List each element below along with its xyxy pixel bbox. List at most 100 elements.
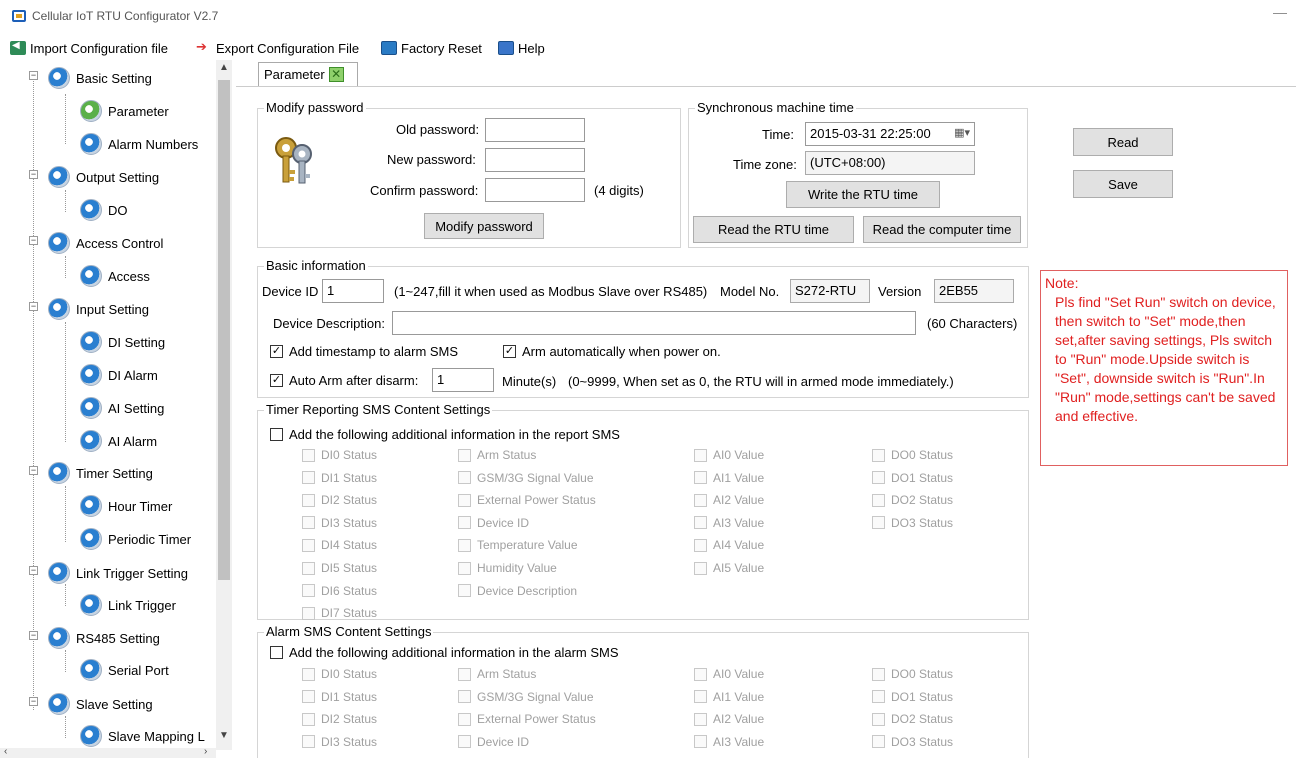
- tree-horizontal-scrollbar[interactable]: [0, 748, 216, 758]
- alarm_sms-option-checkbox[interactable]: Device ID: [458, 735, 529, 749]
- timer_sms-option-checkbox[interactable]: Humidity Value: [458, 561, 557, 575]
- timer_sms-option-checkbox[interactable]: Arm Status: [458, 448, 536, 462]
- alarm_sms-option-checkbox[interactable]: Arm Status: [458, 667, 536, 681]
- alarm_sms-option-checkbox[interactable]: DI2 Status: [302, 712, 377, 726]
- save-button[interactable]: Save: [1073, 170, 1173, 198]
- collapse-basic-icon[interactable]: −: [29, 71, 38, 80]
- tree-item-link-trigger[interactable]: Link Trigger: [80, 591, 176, 619]
- timer_sms-option-checkbox[interactable]: DI0 Status: [302, 448, 377, 462]
- write-rtu-time-button[interactable]: Write the RTU time: [786, 181, 940, 208]
- help-button[interactable]: Help: [498, 38, 545, 58]
- tree-item-serial-port[interactable]: Serial Port: [80, 656, 169, 684]
- minimize-button[interactable]: —: [1272, 4, 1288, 24]
- timer_sms-option-checkbox[interactable]: AI2 Value: [694, 493, 764, 507]
- timer-sms-add-checkbox[interactable]: Add the following additional information…: [270, 427, 620, 442]
- timer_sms-option-checkbox[interactable]: AI3 Value: [694, 516, 764, 530]
- confirm-password-input[interactable]: [485, 178, 585, 202]
- collapse-slave-icon[interactable]: −: [29, 697, 38, 706]
- export-config-button[interactable]: Export Configuration File: [196, 38, 359, 58]
- collapse-output-icon[interactable]: −: [29, 170, 38, 179]
- alarm_sms-option-checkbox[interactable]: DO3 Status: [872, 735, 953, 749]
- device-description-input[interactable]: [392, 311, 916, 335]
- calendar-dropdown-icon[interactable]: ▦▾: [954, 126, 970, 139]
- alarm_sms-option-checkbox[interactable]: DO0 Status: [872, 667, 953, 681]
- tree-item-link-trigger-setting[interactable]: Link Trigger Setting: [48, 559, 188, 587]
- tree-scrollbar-thumb[interactable]: [218, 80, 230, 580]
- new-password-input[interactable]: [485, 148, 585, 172]
- tree-item-parameter[interactable]: Parameter: [80, 97, 169, 125]
- timer_sms-option-checkbox[interactable]: DO3 Status: [872, 516, 953, 530]
- alarm_sms-option-checkbox[interactable]: AI0 Value: [694, 667, 764, 681]
- alarm_sms-option-checkbox[interactable]: GSM/3G Signal Value: [458, 690, 594, 704]
- timer_sms-option-checkbox[interactable]: DI7 Status: [302, 606, 377, 620]
- auto-arm-minutes-input[interactable]: 1: [432, 368, 494, 392]
- tree-item-do[interactable]: DO: [80, 196, 128, 224]
- timer_sms-option-checkbox[interactable]: DI1 Status: [302, 471, 377, 485]
- timer_sms-option-checkbox[interactable]: Device Description: [458, 584, 577, 598]
- timer_sms-option-checkbox[interactable]: Temperature Value: [458, 538, 578, 552]
- import-config-button[interactable]: Import Configuration file: [10, 38, 168, 58]
- timestamp-checkbox[interactable]: ✓ Add timestamp to alarm SMS: [270, 344, 458, 359]
- timer_sms-option-checkbox[interactable]: DO1 Status: [872, 471, 953, 485]
- alarm_sms-option-checkbox[interactable]: DI0 Status: [302, 667, 377, 681]
- alarm_sms-option-checkbox[interactable]: DI1 Status: [302, 690, 377, 704]
- timer_sms-option-checkbox[interactable]: AI4 Value: [694, 538, 764, 552]
- tree-item-access-control[interactable]: Access Control: [48, 229, 163, 257]
- timer_sms-option-checkbox[interactable]: Device ID: [458, 516, 529, 530]
- tree-item-basic-setting[interactable]: Basic Setting: [48, 64, 152, 92]
- alarm_sms-option-checkbox[interactable]: DI3 Status: [302, 735, 377, 749]
- timer_sms-option-checkbox[interactable]: GSM/3G Signal Value: [458, 471, 594, 485]
- alarm_sms-option-checkbox[interactable]: AI3 Value: [694, 735, 764, 749]
- timer_sms-option-checkbox[interactable]: DI5 Status: [302, 561, 377, 575]
- auto-arm-checkbox[interactable]: ✓ Auto Arm after disarm:: [270, 373, 418, 388]
- timer_sms-option-checkbox[interactable]: External Power Status: [458, 493, 596, 507]
- tree-item-output-setting[interactable]: Output Setting: [48, 163, 159, 191]
- timer_sms-option-checkbox[interactable]: DO0 Status: [872, 448, 953, 462]
- tree-item-hour-timer[interactable]: Hour Timer: [80, 492, 172, 520]
- device-id-input[interactable]: 1: [322, 279, 384, 303]
- alarm-sms-add-checkbox[interactable]: Add the following additional information…: [270, 645, 619, 660]
- alarm_sms-option-checkbox[interactable]: AI2 Value: [694, 712, 764, 726]
- timer_sms-option-checkbox[interactable]: AI1 Value: [694, 471, 764, 485]
- collapse-timer-icon[interactable]: −: [29, 466, 38, 475]
- arm-power-on-checkbox[interactable]: ✓ Arm automatically when power on.: [503, 344, 721, 359]
- modify-password-button[interactable]: Modify password: [424, 213, 544, 239]
- scroll-down-icon[interactable]: ▼: [216, 730, 232, 744]
- scroll-right-icon[interactable]: ›: [204, 746, 207, 757]
- tab-parameter[interactable]: Parameter ✕: [258, 62, 358, 86]
- timer_sms-option-checkbox[interactable]: DO2 Status: [872, 493, 953, 507]
- tree-item-ai-alarm[interactable]: AI Alarm: [80, 427, 157, 455]
- read-computer-time-button[interactable]: Read the computer time: [863, 216, 1021, 243]
- scroll-left-icon[interactable]: ‹: [4, 746, 7, 757]
- collapse-rs485-icon[interactable]: −: [29, 631, 38, 640]
- tree-item-di-setting[interactable]: DI Setting: [80, 328, 165, 356]
- timer_sms-option-checkbox[interactable]: DI3 Status: [302, 516, 377, 530]
- tree-item-timer-setting[interactable]: Timer Setting: [48, 459, 153, 487]
- time-picker[interactable]: 2015-03-31 22:25:00 ▦▾: [805, 122, 975, 146]
- collapse-input-icon[interactable]: −: [29, 302, 38, 311]
- read-rtu-time-button[interactable]: Read the RTU time: [693, 216, 854, 243]
- tab-close-icon[interactable]: ✕: [328, 67, 344, 82]
- timer_sms-option-checkbox[interactable]: DI4 Status: [302, 538, 377, 552]
- collapse-access-icon[interactable]: −: [29, 236, 38, 245]
- read-button[interactable]: Read: [1073, 128, 1173, 156]
- timer_sms-option-checkbox[interactable]: AI5 Value: [694, 561, 764, 575]
- tree-item-access[interactable]: Access: [80, 262, 150, 290]
- collapse-link-icon[interactable]: −: [29, 566, 38, 575]
- tree-item-alarm-numbers[interactable]: Alarm Numbers: [80, 130, 198, 158]
- alarm_sms-option-checkbox[interactable]: DO2 Status: [872, 712, 953, 726]
- alarm_sms-option-checkbox[interactable]: AI1 Value: [694, 690, 764, 704]
- alarm_sms-option-checkbox[interactable]: External Power Status: [458, 712, 596, 726]
- tree-item-ai-setting[interactable]: AI Setting: [80, 394, 164, 422]
- timer_sms-option-checkbox[interactable]: AI0 Value: [694, 448, 764, 462]
- scroll-up-icon[interactable]: ▲: [216, 62, 232, 76]
- old-password-input[interactable]: [485, 118, 585, 142]
- timer_sms-option-checkbox[interactable]: DI2 Status: [302, 493, 377, 507]
- tree-item-rs485-setting[interactable]: RS485 Setting: [48, 624, 160, 652]
- factory-reset-button[interactable]: Factory Reset: [381, 38, 482, 58]
- tree-item-periodic-timer[interactable]: Periodic Timer: [80, 525, 191, 553]
- alarm_sms-option-checkbox[interactable]: DO1 Status: [872, 690, 953, 704]
- tree-item-di-alarm[interactable]: DI Alarm: [80, 361, 158, 389]
- timer_sms-option-checkbox[interactable]: DI6 Status: [302, 584, 377, 598]
- tree-item-slave-mapping[interactable]: Slave Mapping L: [80, 722, 205, 750]
